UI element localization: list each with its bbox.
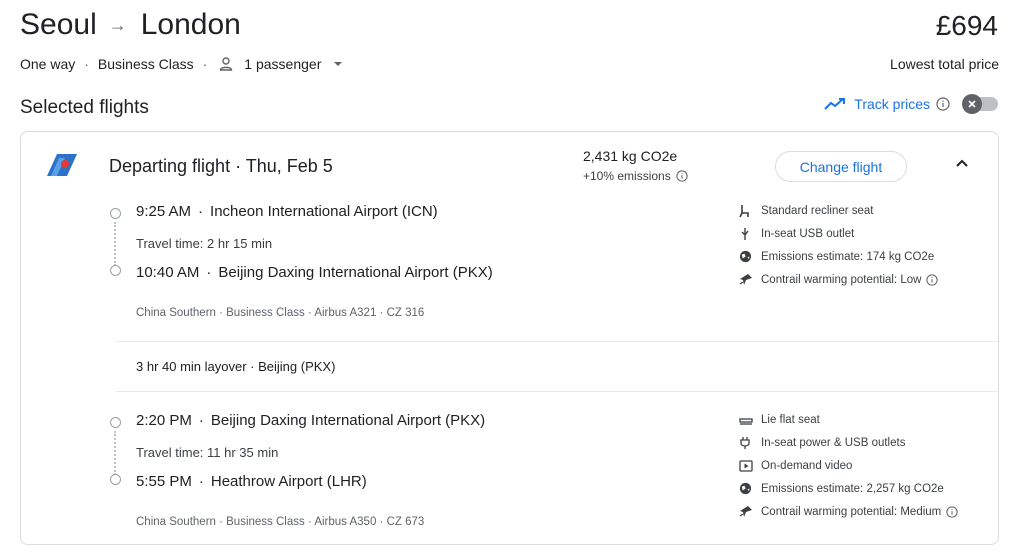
- track-prices-toggle[interactable]: [962, 94, 998, 114]
- usb-icon: [739, 227, 761, 241]
- amenities-list: Lie flat seat In-seat power & USB outlet…: [739, 408, 958, 523]
- origin-city: Seoul: [20, 8, 97, 41]
- flight-details: China Southern · Business Class · Airbus…: [136, 307, 425, 319]
- chevron-up-icon[interactable]: [955, 158, 969, 168]
- timeline-dot: [110, 417, 121, 428]
- divider: [116, 391, 998, 392]
- globe-icon: [739, 482, 761, 495]
- passenger-count[interactable]: 1 passenger: [244, 56, 321, 72]
- amenity-item: Emissions estimate: 174 kg CO2e: [739, 245, 938, 268]
- price-label: Lowest total price: [890, 56, 999, 72]
- info-icon[interactable]: [676, 170, 688, 182]
- toggle-knob[interactable]: [962, 94, 982, 114]
- cabin-class: Business Class: [97, 56, 194, 72]
- info-icon[interactable]: [926, 273, 939, 286]
- video-icon: [739, 459, 761, 472]
- track-prices-label[interactable]: Track prices: [854, 96, 930, 112]
- total-price: £694: [935, 10, 998, 41]
- info-icon[interactable]: [946, 505, 958, 518]
- info-icon[interactable]: [936, 97, 950, 111]
- track-prices[interactable]: Track prices: [824, 94, 998, 114]
- amenity-item: Standard recliner seat: [739, 199, 938, 222]
- change-flight-button[interactable]: Change flight: [775, 151, 907, 182]
- travel-time: Travel time: 2 hr 15 min: [136, 236, 273, 251]
- timeline-dot: [110, 208, 121, 219]
- amenities-list: Standard recliner seat In-seat USB outle…: [739, 199, 939, 291]
- departure-stop: 9:25 AM · Incheon International Airport (I…: [136, 203, 438, 220]
- amenity-item: Lie flat seat: [739, 408, 958, 431]
- timeline-dot: [110, 265, 121, 276]
- arrow-right-icon: →: [108, 14, 127, 35]
- section-title: Selected flights: [20, 97, 149, 118]
- flight-card: Departing flight · Thu, Feb 5 2,431 kg C…: [20, 131, 999, 545]
- emissions-diff: +10% emissions: [583, 169, 688, 183]
- flight-details: China Southern · Business Class · Airbus…: [136, 516, 425, 528]
- amenity-item: Emissions estimate: 2,257 kg CO2e: [739, 477, 958, 500]
- arrival-stop: 5:55 PM · Heathrow Airport (LHR): [136, 473, 367, 490]
- globe-icon: [739, 250, 761, 263]
- amenity-item: Contrail warming potential: Low: [739, 268, 939, 291]
- departure-stop: 2:20 PM · Beijing Daxing International Air…: [136, 412, 486, 429]
- lie-flat-seat-icon: [739, 415, 761, 425]
- amenity-item: In-seat power & USB outlets: [739, 431, 958, 454]
- timeline-line: [114, 222, 116, 266]
- airline-logo: [45, 152, 79, 183]
- departing-flight-title: Departing flight · Thu, Feb 5: [109, 156, 333, 176]
- contrail-icon: [739, 273, 761, 286]
- co2-total: 2,431 kg CO2e: [583, 148, 678, 164]
- amenity-item: On-demand video: [739, 454, 958, 477]
- power-plug-icon: [739, 436, 761, 450]
- seat-icon: [739, 204, 761, 218]
- trip-meta: One way · Business Class · 1 passenger: [20, 56, 343, 72]
- dropdown-caret-icon[interactable]: [333, 61, 343, 67]
- amenity-item: Contrail warming potential: Medium: [739, 500, 958, 523]
- contrail-icon: [739, 505, 761, 518]
- timeline-line: [114, 431, 116, 475]
- trip-type: One way: [20, 56, 76, 72]
- layover-info: 3 hr 40 min layover · Beijing (PKX): [136, 359, 336, 374]
- destination-city: London: [140, 8, 241, 41]
- divider: [116, 341, 998, 342]
- timeline-dot: [110, 474, 121, 485]
- route-title: Seoul → London: [20, 8, 241, 42]
- amenity-item: In-seat USB outlet: [739, 222, 938, 245]
- trending-icon: [824, 97, 846, 111]
- travel-time: Travel time: 11 hr 35 min: [136, 445, 279, 460]
- arrival-stop: 10:40 AM · Beijing Daxing International Ai…: [136, 264, 493, 281]
- person-icon: [218, 56, 234, 72]
